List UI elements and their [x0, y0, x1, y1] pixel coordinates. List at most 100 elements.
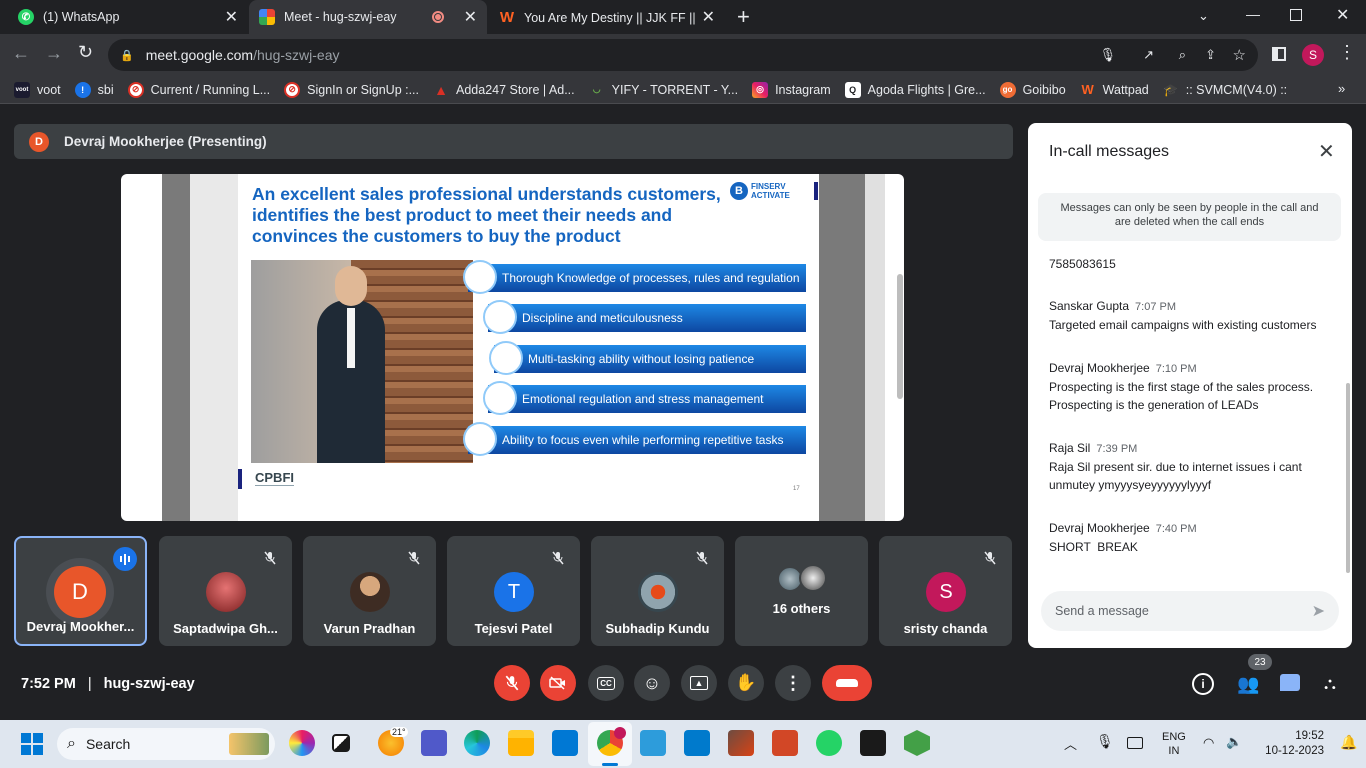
- tab-meet[interactable]: Meet - hug-szwj-eay ✕: [249, 0, 487, 34]
- close-chat-icon[interactable]: ✕: [1318, 139, 1335, 164]
- slide-page-number: 17: [793, 486, 800, 492]
- mic-permission-icon[interactable]: 🎙: [1099, 47, 1116, 63]
- reload-icon[interactable]: ↻: [78, 42, 93, 63]
- bookmark-star-icon[interactable]: ☆: [1233, 46, 1246, 64]
- forward-icon[interactable]: →: [45, 43, 63, 64]
- menu-kebab-icon[interactable]: ⋮: [1338, 42, 1356, 63]
- keyboard-tray-icon[interactable]: [1127, 737, 1143, 749]
- task-view-icon[interactable]: [332, 734, 350, 752]
- system-clock[interactable]: 19:52 10-12-2023: [1256, 729, 1324, 759]
- language-indicator[interactable]: ENG IN: [1162, 730, 1186, 758]
- blocked-icon: ⊘: [127, 81, 144, 98]
- close-tab-icon[interactable]: ✕: [464, 7, 477, 27]
- others-tile[interactable]: 16 others: [735, 536, 868, 646]
- slide-scrollbar-track[interactable]: [865, 174, 885, 521]
- bookmark-current-running[interactable]: ⊘ Current / Running L...: [127, 81, 271, 98]
- bookmark-wattpad[interactable]: W Wattpad: [1080, 82, 1149, 98]
- share-icon[interactable]: ⇪: [1205, 47, 1216, 63]
- vscode-icon[interactable]: [684, 730, 710, 756]
- tab-title: (1) WhatsApp: [43, 10, 120, 24]
- activities-icon[interactable]: ⛬: [1324, 674, 1336, 694]
- captions-button[interactable]: CC: [588, 665, 624, 701]
- participant-tile[interactable]: Varun Pradhan: [303, 536, 436, 646]
- mic-muted-icon: [404, 548, 424, 568]
- message-sender: Raja Sil: [1049, 441, 1091, 455]
- copilot-icon[interactable]: [289, 730, 315, 756]
- new-tab-icon[interactable]: +: [737, 4, 750, 30]
- participant-tile[interactable]: Saptadwipa Gh...: [159, 536, 292, 646]
- chat-message: Devraj Mookherjee 7:40 PM SHORT BREAK: [1049, 519, 1339, 556]
- more-options-button[interactable]: ⋮: [775, 665, 811, 701]
- minimize-icon[interactable]: —: [1246, 6, 1260, 22]
- open-in-icon[interactable]: ↗: [1143, 47, 1154, 63]
- weather-temp: 21°: [390, 727, 408, 737]
- photos-app-icon[interactable]: [728, 730, 754, 756]
- tab-search-icon[interactable]: ⌄: [1198, 8, 1209, 24]
- meeting-info-icon[interactable]: i: [1192, 673, 1214, 695]
- bookmark-agoda[interactable]: Q Agoda Flights | Gre...: [844, 81, 986, 98]
- bookmark-instagram[interactable]: ◎ Instagram: [752, 81, 831, 98]
- scrollbar-thumb[interactable]: [897, 274, 903, 399]
- edge-icon[interactable]: [464, 730, 490, 756]
- participant-avatar: D: [54, 566, 106, 618]
- bookmark-adda247[interactable]: ▲ Adda247 Store | Ad...: [433, 82, 575, 98]
- send-message-input[interactable]: Send a message ➤: [1041, 591, 1339, 631]
- side-panel-icon[interactable]: [1272, 47, 1286, 61]
- nodejs-icon[interactable]: [904, 730, 930, 756]
- microphone-tray-icon[interactable]: 🎙: [1096, 733, 1114, 750]
- wifi-icon[interactable]: ◠: [1203, 735, 1214, 751]
- bookmark-svmcm[interactable]: 🎓:: SVMCM(V4.0) ::: [1163, 82, 1287, 98]
- slide-title: An excellent sales professional understa…: [252, 184, 732, 247]
- camera-toggle-button[interactable]: [540, 665, 576, 701]
- notification-bell-icon[interactable]: 🔔: [1340, 734, 1357, 751]
- bookmark-label: Wattpad: [1102, 82, 1149, 97]
- address-bar[interactable]: 🔒 meet.google.com/hug-szwj-eay 🎙 ↗ ⌕ ⇪ ☆: [108, 39, 1258, 71]
- profile-avatar[interactable]: S: [1302, 44, 1324, 66]
- close-window-icon[interactable]: ✕: [1336, 5, 1349, 25]
- participant-tile[interactable]: D Devraj Mookher...: [14, 536, 147, 646]
- more-bookmarks-icon[interactable]: »: [1338, 81, 1345, 96]
- file-explorer-icon[interactable]: [508, 730, 534, 756]
- restore-icon[interactable]: [1290, 9, 1302, 21]
- bookmark-label: Current / Running L...: [150, 82, 271, 97]
- participant-tile[interactable]: Subhadip Kundu: [591, 536, 724, 646]
- teams-icon[interactable]: [421, 730, 447, 756]
- back-icon[interactable]: ←: [12, 43, 30, 64]
- raise-hand-button[interactable]: ✋: [728, 665, 764, 701]
- bookmark-yify[interactable]: ◡ YIFY - TORRENT - Y...: [589, 82, 738, 98]
- zoom-icon[interactable]: ⌕: [1179, 47, 1186, 63]
- close-tab-icon[interactable]: ✕: [702, 7, 715, 27]
- windows-start-icon[interactable]: [21, 733, 43, 755]
- voot-icon: voot: [14, 81, 30, 98]
- present-screen-button[interactable]: ▲: [681, 665, 717, 701]
- volume-icon[interactable]: 🔈: [1226, 734, 1242, 750]
- bookmark-label: YIFY - TORRENT - Y...: [611, 82, 739, 97]
- tab-whatsapp[interactable]: ✆ (1) WhatsApp ✕: [8, 0, 248, 34]
- bookmark-voot[interactable]: voot voot: [14, 81, 61, 98]
- chat-icon[interactable]: [1280, 674, 1300, 691]
- send-icon[interactable]: ➤: [1312, 601, 1325, 621]
- whatsapp-icon[interactable]: [816, 730, 842, 756]
- terminal-icon[interactable]: [860, 730, 886, 756]
- mic-toggle-button[interactable]: [494, 665, 530, 701]
- participant-avatar: [350, 572, 390, 612]
- bookmark-sbi[interactable]: ! sbi: [74, 81, 114, 98]
- remote-desktop-icon[interactable]: [640, 730, 666, 756]
- show-hidden-icons-icon[interactable]: ︿: [1064, 734, 1077, 753]
- participant-tile[interactable]: S sristy chanda: [879, 536, 1012, 646]
- reactions-button[interactable]: ☺: [634, 665, 670, 701]
- powerpoint-icon[interactable]: [772, 730, 798, 756]
- meeting-time: 7:52 PM: [21, 676, 76, 692]
- close-tab-icon[interactable]: ✕: [225, 7, 238, 27]
- mail-icon[interactable]: [552, 730, 578, 756]
- leave-call-button[interactable]: [822, 665, 872, 701]
- tab-wattpad[interactable]: W You Are My Destiny || JJK FF || ✓ ✕: [489, 0, 725, 34]
- bookmark-signin[interactable]: ⊘ SignIn or SignUp :...: [284, 81, 419, 98]
- slide-list-item: Emotional regulation and stress manageme…: [483, 381, 806, 415]
- participant-tile[interactable]: T Tejesvi Patel: [447, 536, 580, 646]
- chat-message: Raja Sil 7:39 PM Raja Sil present sir. du…: [1049, 439, 1339, 494]
- taskbar-search[interactable]: ⌕ Search: [57, 728, 275, 760]
- chat-scrollbar[interactable]: [1346, 383, 1350, 573]
- people-icon[interactable]: 👥: [1237, 674, 1259, 695]
- bookmark-goibibo[interactable]: go Goibibo: [999, 81, 1066, 98]
